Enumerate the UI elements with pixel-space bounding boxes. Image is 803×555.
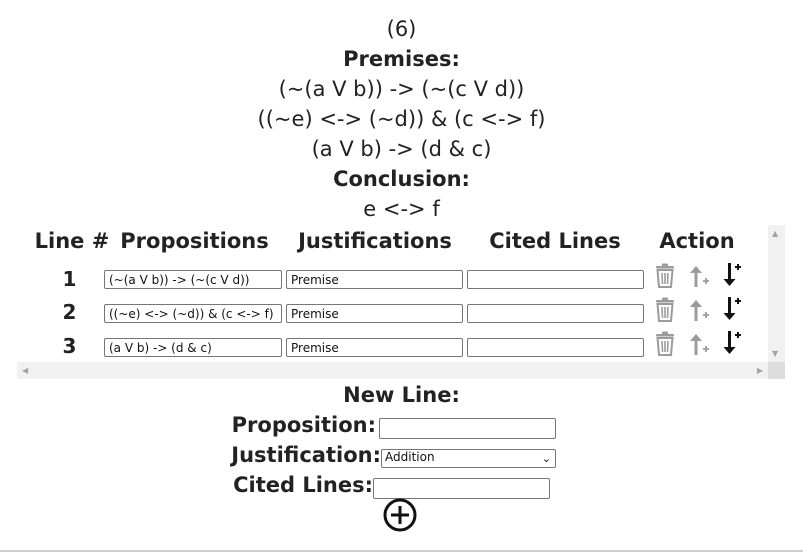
row-number: 3 (62, 334, 77, 358)
header-cited-lines: Cited Lines (489, 229, 621, 253)
header-line-number: Line # (34, 229, 110, 253)
insert-below-icon[interactable] (720, 295, 742, 321)
new-cited-lines-input[interactable] (373, 478, 550, 499)
scroll-right-arrow-icon[interactable]: ▶ (757, 366, 763, 375)
justification-select[interactable]: Addition ⌄ (381, 449, 556, 468)
justification-label: Justification: (231, 443, 381, 467)
new-proposition-input[interactable] (379, 418, 556, 439)
scrollbar-corner (768, 362, 785, 379)
cited-lines-field[interactable] (467, 270, 644, 289)
scroll-down-arrow-icon[interactable]: ▼ (772, 349, 778, 358)
premise-3: (a V b) -> (d & c) (311, 137, 492, 161)
conclusion-text: e <-> f (363, 197, 440, 221)
insert-below-icon[interactable] (720, 261, 742, 287)
conclusion-label: Conclusion: (333, 167, 470, 191)
premises-label: Premises: (343, 47, 460, 71)
row-number: 1 (62, 267, 77, 291)
cited-lines-field[interactable] (467, 304, 644, 323)
justification-field[interactable] (286, 270, 463, 289)
scroll-up-arrow-icon[interactable]: ▲ (772, 229, 778, 238)
header-propositions: Propositions (120, 229, 269, 253)
proposition-label: Proposition: (231, 413, 376, 437)
insert-below-icon[interactable] (720, 329, 742, 355)
premise-1: (~(a V b)) -> (~(c V d)) (278, 77, 525, 101)
header-action: Action (659, 229, 735, 253)
horizontal-scrollbar[interactable]: ◀ ▶ (17, 362, 768, 379)
premise-2: ((~e) <-> (~d)) & (c <-> f) (257, 107, 546, 131)
proposition-field[interactable] (104, 338, 282, 357)
move-up-icon[interactable] (687, 331, 709, 357)
move-up-icon[interactable] (687, 297, 709, 323)
justification-field[interactable] (286, 304, 463, 323)
problem-header: (6) Premises: (~(a V b)) -> (~(c V d)) (… (0, 14, 803, 224)
chevron-down-icon: ⌄ (541, 452, 551, 465)
justification-field[interactable] (286, 338, 463, 357)
scroll-left-arrow-icon[interactable]: ◀ (22, 366, 28, 375)
cited-lines-field[interactable] (467, 338, 644, 357)
proposition-field[interactable] (104, 270, 282, 289)
cited-lines-label: Cited Lines: (233, 473, 373, 497)
trash-icon[interactable] (654, 331, 676, 357)
justification-selected-value: Addition (385, 450, 435, 464)
header-justifications: Justifications (298, 229, 452, 253)
move-up-icon[interactable] (687, 263, 709, 289)
divider (0, 550, 803, 552)
trash-icon[interactable] (654, 263, 676, 289)
plus-circle-icon[interactable] (383, 498, 417, 532)
trash-icon[interactable] (654, 297, 676, 323)
row-number: 2 (62, 300, 77, 324)
proposition-field[interactable] (104, 304, 282, 323)
vertical-scrollbar[interactable]: ▲ ▼ (768, 225, 785, 362)
proof-table[interactable]: Line # Propositions Justifications Cited… (17, 225, 785, 379)
problem-number: (6) (386, 17, 417, 41)
new-line-title: New Line: (343, 383, 460, 407)
